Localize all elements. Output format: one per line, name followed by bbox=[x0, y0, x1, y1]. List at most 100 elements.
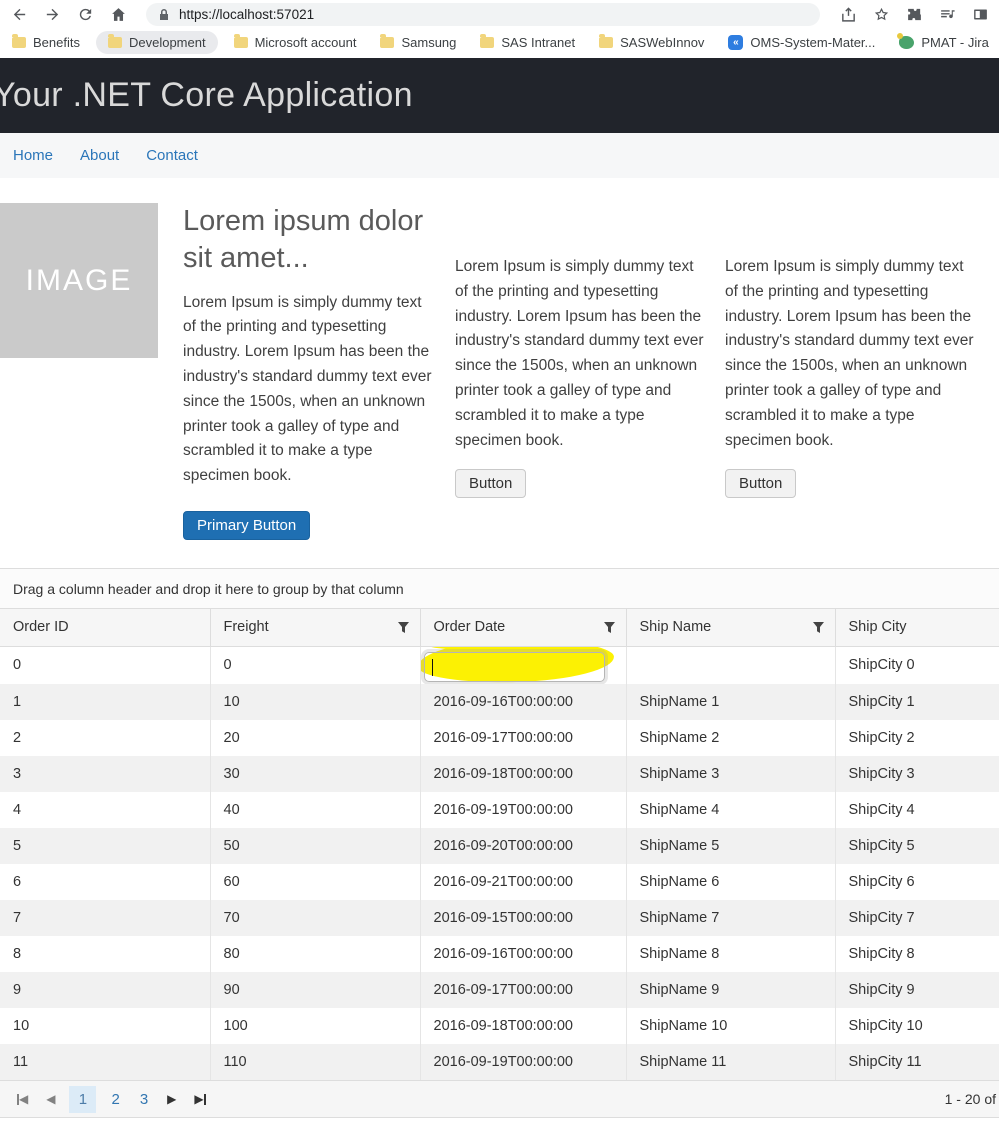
url-text: https://localhost:57021 bbox=[179, 7, 314, 22]
group-hint-text: Drag a column header and drop it here to… bbox=[13, 581, 404, 597]
folder-icon bbox=[108, 37, 122, 48]
extensions-icon[interactable] bbox=[905, 5, 923, 23]
hero-main-column: Lorem ipsum dolor sit amet... Lorem Ipsu… bbox=[183, 203, 433, 540]
column-header-ship-city[interactable]: Ship City bbox=[835, 609, 999, 646]
table-row: 3302016-09-18T00:00:00ShipName 3ShipCity… bbox=[0, 756, 999, 792]
app-header: Your .NET Core Application bbox=[0, 58, 999, 133]
cell-freight: 60 bbox=[210, 864, 420, 900]
bookmark-samsung[interactable]: Samsung bbox=[380, 35, 456, 50]
group-drop-panel[interactable]: Drag a column header and drop it here to… bbox=[0, 569, 999, 609]
column-header-order-id[interactable]: Order ID bbox=[0, 609, 210, 646]
filter-icon[interactable] bbox=[397, 621, 410, 634]
cell-order-id: 3 bbox=[0, 756, 210, 792]
bookmark-label: PMAT - Jira bbox=[921, 35, 988, 50]
column-title: Order ID bbox=[13, 619, 69, 635]
pager-info: 1 - 20 of bbox=[945, 1091, 996, 1107]
bookmark-oms-system-mater[interactable]: OMS-System-Mater... bbox=[728, 35, 875, 50]
page-button-3[interactable]: 3 bbox=[140, 1091, 148, 1108]
cell-order-date: 2016-09-19T00:00:00 bbox=[420, 1044, 626, 1080]
filter-icon[interactable] bbox=[812, 621, 825, 634]
folder-icon bbox=[480, 37, 494, 48]
cell-order-date: 2016-09-18T00:00:00 bbox=[420, 756, 626, 792]
column-header-order-date[interactable]: Order Date bbox=[420, 609, 626, 646]
previous-page-button[interactable]: ◀ bbox=[46, 1093, 55, 1105]
order-date-input[interactable] bbox=[424, 652, 605, 682]
bookmark-saswebinnov[interactable]: SASWebInnov bbox=[599, 35, 704, 50]
share-icon[interactable] bbox=[839, 5, 857, 23]
cell-freight: 90 bbox=[210, 972, 420, 1008]
cell-order-date: 2016-09-15T00:00:00 bbox=[420, 900, 626, 936]
bookmark-label: Development bbox=[129, 35, 206, 50]
cell-freight: 20 bbox=[210, 720, 420, 756]
media-controls-icon[interactable] bbox=[938, 5, 956, 23]
cell-order-date: 2016-09-21T00:00:00 bbox=[420, 864, 626, 900]
column-header-freight[interactable]: Freight bbox=[210, 609, 420, 646]
bookmarks-bar: Benefits Development Microsoft account Sams… bbox=[0, 28, 999, 57]
folder-icon bbox=[599, 37, 613, 48]
cell-ship-name bbox=[626, 646, 835, 684]
table-row: 101002016-09-18T00:00:00ShipName 10ShipC… bbox=[0, 1008, 999, 1044]
oms-icon bbox=[728, 35, 743, 50]
bookmark-label: Benefits bbox=[33, 35, 80, 50]
grid-body: 0 0 ShipCity 0 1102016-09-16T00:00:00Shi… bbox=[0, 646, 999, 1080]
grid-table: Order ID FreightOrder DateShip NameShip C… bbox=[0, 609, 999, 1080]
bookmark-benefits[interactable]: Benefits bbox=[12, 35, 80, 50]
cell-ship-name: ShipName 9 bbox=[626, 972, 835, 1008]
secondary-button[interactable]: Button bbox=[725, 469, 796, 498]
first-page-button[interactable]: ◀ bbox=[17, 1093, 28, 1105]
bookmark-pmat-jira[interactable]: PMAT - Jira bbox=[899, 35, 988, 50]
table-row: 111102016-09-19T00:00:00ShipName 11ShipC… bbox=[0, 1044, 999, 1080]
cell-order-date: 2016-09-20T00:00:00 bbox=[420, 828, 626, 864]
image-placeholder-label: IMAGE bbox=[26, 264, 133, 298]
nav-link-about[interactable]: About bbox=[80, 147, 119, 164]
bookmark-microsoft-account[interactable]: Microsoft account bbox=[234, 35, 357, 50]
folder-icon bbox=[12, 37, 26, 48]
cell-order-date: 2016-09-17T00:00:00 bbox=[420, 720, 626, 756]
primary-button[interactable]: Primary Button bbox=[183, 511, 310, 540]
bookmark-star-icon[interactable] bbox=[872, 5, 890, 23]
last-page-button[interactable]: ▶ bbox=[194, 1093, 205, 1105]
cell-order-id: 4 bbox=[0, 792, 210, 828]
table-row: 9902016-09-17T00:00:00ShipName 9ShipCity… bbox=[0, 972, 999, 1008]
next-page-button[interactable]: ▶ bbox=[167, 1093, 176, 1105]
cell-ship-city: ShipCity 4 bbox=[835, 792, 999, 828]
hero-section: IMAGE Lorem ipsum dolor sit amet... Lore… bbox=[0, 203, 999, 540]
grid-header-row: Order ID FreightOrder DateShip NameShip C… bbox=[0, 609, 999, 646]
cell-ship-city: ShipCity 8 bbox=[835, 936, 999, 972]
filter-icon[interactable] bbox=[603, 621, 616, 634]
cell-ship-name: ShipName 6 bbox=[626, 864, 835, 900]
bookmark-label: Samsung bbox=[401, 35, 456, 50]
secondary-button[interactable]: Button bbox=[455, 469, 526, 498]
cell-ship-name: ShipName 1 bbox=[626, 684, 835, 720]
cell-order-id: 9 bbox=[0, 972, 210, 1008]
app-nav: Home About Contact bbox=[0, 133, 999, 178]
nav-link-contact[interactable]: Contact bbox=[146, 147, 198, 164]
forward-icon[interactable] bbox=[43, 5, 61, 23]
cell-ship-name: ShipName 11 bbox=[626, 1044, 835, 1080]
nav-link-home[interactable]: Home bbox=[13, 147, 53, 164]
cell-order-id: 6 bbox=[0, 864, 210, 900]
address-bar[interactable]: https://localhost:57021 bbox=[146, 3, 820, 26]
cell-ship-city: ShipCity 11 bbox=[835, 1044, 999, 1080]
column-header-ship-name[interactable]: Ship Name bbox=[626, 609, 835, 646]
cell-freight: 110 bbox=[210, 1044, 420, 1080]
cell-freight: 10 bbox=[210, 684, 420, 720]
bookmark-sas-intranet[interactable]: SAS Intranet bbox=[480, 35, 575, 50]
cell-ship-name: ShipName 4 bbox=[626, 792, 835, 828]
bookmark-development[interactable]: Development bbox=[96, 31, 218, 54]
cell-order-id: 7 bbox=[0, 900, 210, 936]
back-icon[interactable] bbox=[10, 5, 28, 23]
cell-order-date: 2016-09-17T00:00:00 bbox=[420, 972, 626, 1008]
folder-icon bbox=[234, 37, 248, 48]
cell-order-date: 2016-09-19T00:00:00 bbox=[420, 792, 626, 828]
cell-ship-name: ShipName 8 bbox=[626, 936, 835, 972]
refresh-icon[interactable] bbox=[76, 5, 94, 23]
side-panel-icon[interactable] bbox=[971, 5, 989, 23]
page-button-1[interactable]: 1 bbox=[69, 1086, 96, 1113]
page-button-2[interactable]: 2 bbox=[111, 1091, 119, 1108]
cell-ship-name: ShipName 2 bbox=[626, 720, 835, 756]
cell-ship-city: ShipCity 3 bbox=[835, 756, 999, 792]
page-title: Your .NET Core Application bbox=[0, 76, 413, 115]
bookmark-label: SAS Intranet bbox=[501, 35, 575, 50]
home-icon[interactable] bbox=[109, 5, 127, 23]
